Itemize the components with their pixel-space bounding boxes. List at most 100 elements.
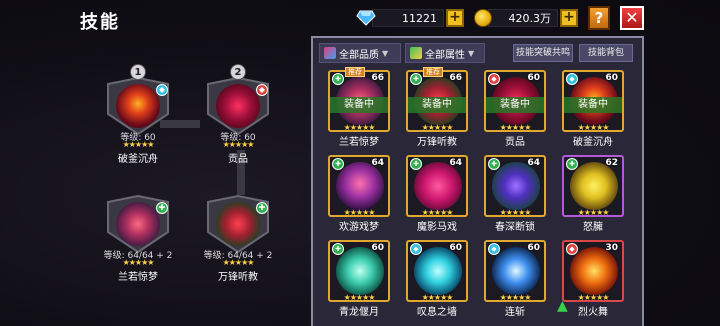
attribute-icon <box>410 47 422 59</box>
quality-filter[interactable]: 全部品质 ▼ <box>319 43 401 63</box>
card-level: 64 <box>527 158 540 168</box>
skill-card[interactable]: ◆ 30 ★★★★★ ▲ 烈火舞 <box>557 240 627 318</box>
element-badge-icon: ◆ <box>566 73 578 85</box>
equipped-label: 装备中 <box>408 97 466 113</box>
gold-count: 420.3万 <box>488 9 558 27</box>
gem-currency: 11221 + <box>356 8 464 28</box>
skill-card[interactable]: ◆ 60 装备中 ★★★★★ 贡品 <box>481 70 549 148</box>
recommended-tag: 推荐 <box>423 67 443 77</box>
attribute-filter[interactable]: 全部属性 ▼ <box>405 43 485 63</box>
card-stars: ★★★★★ <box>577 123 610 132</box>
skill-orb-icon <box>414 247 462 295</box>
element-badge-icon: ✚ <box>332 243 344 255</box>
element-badge-icon: ◆ <box>410 243 422 255</box>
card-name: 魔影马戏 <box>417 222 457 233</box>
skill-orb-icon <box>414 162 462 210</box>
card-stars: ★★★★★ <box>343 293 376 302</box>
card-level: 64 <box>371 158 384 168</box>
card-name: 连斩 <box>505 307 525 318</box>
chevron-down-icon: ▼ <box>382 48 389 58</box>
element-badge-icon: ✚ <box>332 73 344 85</box>
card-stars: ★★★★★ <box>499 208 532 217</box>
add-gold-button[interactable]: + <box>560 9 578 27</box>
card-frame: ◆ 30 ★★★★★ <box>562 240 624 302</box>
skill-orb-icon <box>336 162 384 210</box>
card-level: 60 <box>605 73 618 83</box>
skill-orb-icon <box>336 247 384 295</box>
skill-orb-icon <box>116 202 160 246</box>
skill-card[interactable]: ✚ 64 ★★★★★ 欢游戏梦 <box>325 155 393 233</box>
skill-card[interactable]: ✚ 66 装备中 ★★★★★ 推荐 万锋听教 <box>403 67 471 148</box>
card-frame: ✚ 62 ★★★★★ <box>562 155 624 217</box>
card-frame: ◆ 60 ★★★★★ <box>406 240 468 302</box>
slot-name: 万锋听教 <box>218 272 258 283</box>
element-badge-icon: ✚ <box>156 202 168 214</box>
card-name: 叹息之墙 <box>417 307 457 318</box>
element-badge-icon: ◆ <box>488 73 500 85</box>
card-level: 30 <box>605 243 618 253</box>
card-stars: ★★★★★ <box>343 123 376 132</box>
card-stars: ★★★★★ <box>421 123 454 132</box>
recommended-tag: 推荐 <box>345 67 365 77</box>
element-badge-icon: ✚ <box>410 158 422 170</box>
card-stars: ★★★★★ <box>421 293 454 302</box>
skill-orb-icon <box>570 247 618 295</box>
slot-name: 贡品 <box>228 154 248 165</box>
skill-card[interactable]: ◆ 60 ★★★★★ 叹息之墙 <box>403 240 471 318</box>
slot-name: 兰若惊梦 <box>118 272 158 283</box>
card-stars: ★★★★★ <box>577 208 610 217</box>
gem-count: 11221 <box>372 9 444 27</box>
add-gems-button[interactable]: + <box>446 9 464 27</box>
close-button[interactable]: ✕ <box>620 6 644 30</box>
quality-icon <box>324 47 336 59</box>
card-frame: ✚ 66 装备中 ★★★★★ <box>328 70 390 132</box>
skill-orb-icon <box>116 84 160 128</box>
skill-card[interactable]: ✚ 64 ★★★★★ 魔影马戏 <box>403 155 471 233</box>
card-stars: ★★★★★ <box>499 293 532 302</box>
skill-card[interactable]: ◆ 60 装备中 ★★★★★ 破釜沉舟 <box>559 70 627 148</box>
equipped-slot[interactable]: ◆ 1 等级: 60 ★★★★★ 破釜沉舟 <box>96 64 180 165</box>
skill-bag-button[interactable]: 技能背包 <box>579 44 633 62</box>
skill-orb-icon <box>492 247 540 295</box>
card-stars: ★★★★★ <box>499 123 532 132</box>
skill-card[interactable]: ✚ 66 装备中 ★★★★★ 推荐 兰若惊梦 <box>325 67 393 148</box>
element-badge-icon: ✚ <box>488 158 500 170</box>
page-title: 技能 <box>80 12 120 33</box>
card-name: 青龙偃月 <box>339 307 379 318</box>
gold-currency: 420.3万 + <box>474 8 578 28</box>
card-level: 60 <box>527 73 540 83</box>
chevron-down-icon: ▼ <box>468 48 475 58</box>
card-frame: ✚ 64 ★★★★★ <box>406 155 468 217</box>
card-level: 66 <box>449 73 462 83</box>
equipped-slot[interactable]: ◆ 2 等级: 60 ★★★★★ 贡品 <box>196 64 280 165</box>
card-name: 怒臃 <box>583 222 603 233</box>
element-badge-icon: ◆ <box>488 243 500 255</box>
card-frame: ◆ 60 装备中 ★★★★★ <box>562 70 624 132</box>
skill-card[interactable]: ◆ 60 ★★★★★ 连斩 <box>481 240 549 318</box>
equipped-slot[interactable]: ✚ 等级: 64/64 + 2 ★★★★★ 万锋听教 <box>196 182 280 283</box>
help-button[interactable]: ? <box>588 6 610 30</box>
card-name: 兰若惊梦 <box>339 137 379 148</box>
skill-card[interactable]: ✚ 64 ★★★★★ 春深断锁 <box>481 155 549 233</box>
slot-number: 1 <box>130 64 146 80</box>
card-name: 春深断锁 <box>495 222 535 233</box>
equipped-label: 装备中 <box>564 97 622 113</box>
card-name: 破釜沉舟 <box>573 137 613 148</box>
card-name: 欢游戏梦 <box>339 222 379 233</box>
card-stars: ★★★★★ <box>421 208 454 217</box>
element-badge-icon: ✚ <box>256 202 268 214</box>
element-badge-icon: ✚ <box>410 73 422 85</box>
card-stars: ★★★★★ <box>577 293 610 302</box>
card-level: 60 <box>449 243 462 253</box>
skill-card[interactable]: ✚ 62 ★★★★★ 怒臃 <box>559 155 627 233</box>
equipped-slot[interactable]: ✚ 等级: 64/64 + 2 ★★★★★ 兰若惊梦 <box>96 182 180 283</box>
card-frame: ✚ 64 ★★★★★ <box>484 155 546 217</box>
resonance-button[interactable]: 技能突破共鸣 <box>513 44 573 62</box>
slot-name: 破釜沉舟 <box>118 154 158 165</box>
skill-card[interactable]: ✚ 60 ★★★★★ 青龙偃月 <box>325 240 393 318</box>
card-frame: ◆ 60 ★★★★★ <box>484 240 546 302</box>
card-frame: ✚ 64 ★★★★★ <box>328 155 390 217</box>
skill-inventory-panel: 全部品质 ▼ 全部属性 ▼ 技能突破共鸣 技能背包 ✚ 66 装备中 ★★★★★… <box>311 36 644 326</box>
element-badge-icon: ◆ <box>566 243 578 255</box>
card-frame: ✚ 66 装备中 ★★★★★ <box>406 70 468 132</box>
